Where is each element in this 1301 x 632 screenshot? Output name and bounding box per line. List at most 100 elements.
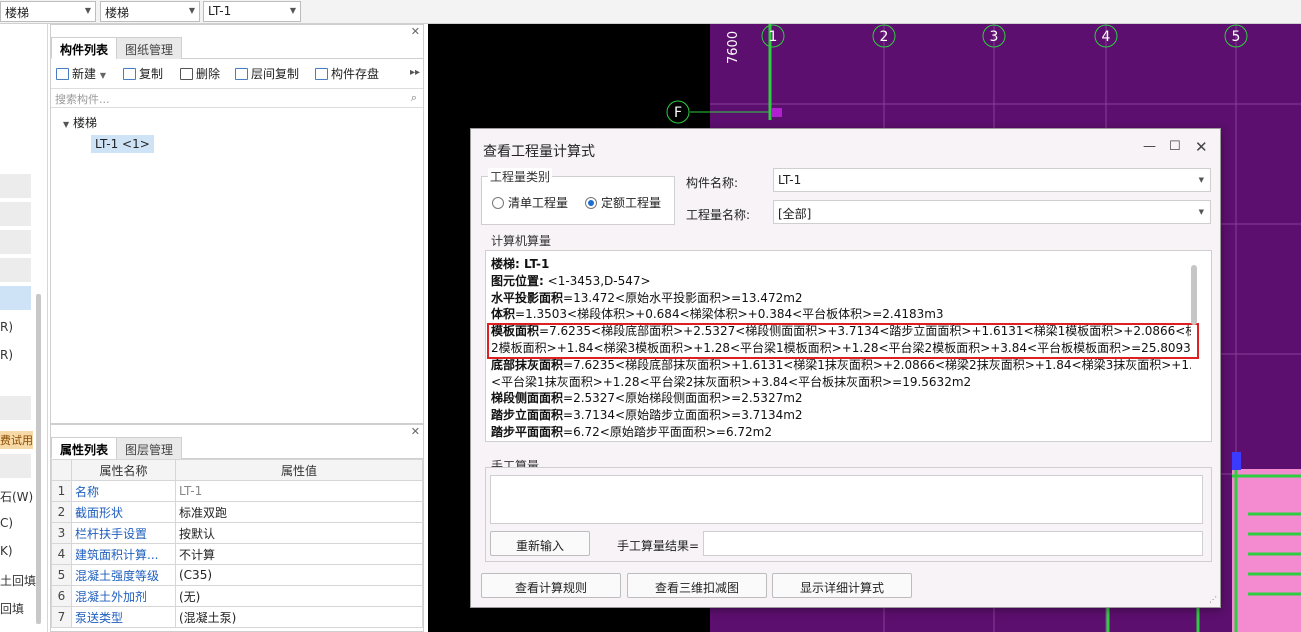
manual-calc-input[interactable]	[490, 475, 1203, 524]
maximize-icon[interactable]: ☐	[1169, 139, 1181, 154]
calc-line-text: <1-3453,D-547>	[547, 273, 651, 288]
prop-value[interactable]: LT-1	[175, 480, 423, 502]
nav-row[interactable]	[0, 454, 31, 478]
tab-component-list[interactable]: 构件列表	[51, 37, 118, 59]
more-icon[interactable]: ▸▸	[410, 67, 420, 78]
button-label: 构件存盘	[331, 67, 380, 81]
nav-row[interactable]	[0, 258, 31, 282]
tree-root[interactable]: ▼ 楼梯	[63, 114, 97, 131]
search-input[interactable]: 搜索构件... ⌕	[51, 88, 423, 108]
component-dropdown[interactable]: LT-1 ▼	[203, 1, 301, 22]
view-rules-button[interactable]: 查看计算规则	[481, 573, 621, 598]
layers-copy-icon	[235, 68, 248, 80]
nav-row[interactable]	[0, 202, 31, 226]
caret-down-icon: ▼	[63, 120, 70, 129]
copy-button[interactable]: 复制	[123, 65, 163, 85]
left-nav-panel: R) R) 费试用 石(W) C) K) 土回填 回填	[0, 24, 48, 632]
axis-label: 1	[769, 29, 778, 45]
dropdown-value: 楼梯	[105, 6, 130, 20]
prop-value[interactable]: 不计算	[175, 543, 423, 565]
row-num: 4	[51, 543, 72, 565]
chevron-down-icon: ▼	[1198, 176, 1204, 184]
axis-label: 5	[1232, 29, 1241, 45]
tab-layer-management[interactable]: 图层管理	[116, 437, 183, 459]
category-dropdown[interactable]: 楼梯 ▼	[100, 1, 200, 22]
new-button[interactable]: 新建 ▼	[56, 65, 106, 85]
minimize-icon[interactable]: —	[1143, 139, 1156, 154]
nav-item[interactable]: 土回填	[0, 572, 36, 589]
property-tabs: 属性列表 图层管理	[51, 437, 423, 459]
calc-line: 踏步平面面积=6.72<原始踏步平面面积>=6.72m2	[491, 424, 1191, 439]
tab-property-list[interactable]: 属性列表	[51, 437, 118, 459]
nav-row[interactable]	[0, 230, 31, 254]
nav-item[interactable]: C)	[0, 516, 13, 530]
node-marker	[772, 108, 782, 117]
calc-line-text: <平台梁1抹灰面积>+1.28<平台梁2抹灰面积>+3.84<平台板抹灰面积>=…	[491, 374, 972, 389]
tree-item-selected[interactable]: LT-1 <1>	[91, 135, 154, 153]
prop-value[interactable]: (C35)	[175, 564, 423, 586]
tab-drawing-management[interactable]: 图纸管理	[116, 37, 183, 59]
button-label: 复制	[139, 67, 164, 81]
radio-quota-qty[interactable]: 定额工程量	[585, 194, 661, 211]
dropdown-value: LT-1	[208, 4, 232, 18]
save-icon	[315, 68, 328, 80]
reinput-button[interactable]: 重新输入	[490, 531, 590, 556]
prop-value[interactable]: (混凝土泵)	[175, 606, 423, 628]
property-table: 属性名称 属性值 1 名称 LT-1 2 截面形状 标准双跑 3 栏杆扶手设置 按默认 4建…	[51, 459, 423, 628]
nav-row-selected[interactable]	[0, 286, 31, 310]
resize-grip-icon[interactable]: ⋰	[1209, 595, 1217, 604]
qty-name-select[interactable]: [全部] ▼	[773, 200, 1211, 224]
prop-value[interactable]: 标准双跑	[175, 501, 423, 523]
tree-root-label: 楼梯	[72, 116, 97, 130]
floor-type-dropdown[interactable]: 楼梯 ▼	[0, 1, 96, 22]
nav-item[interactable]: 石(W)	[0, 488, 33, 505]
stair-area	[1232, 469, 1301, 632]
manual-result-field[interactable]	[703, 531, 1203, 556]
nav-item[interactable]: K)	[0, 544, 13, 558]
trial-badge[interactable]: 费试用	[0, 431, 33, 449]
floor-copy-button[interactable]: 层间复制	[235, 65, 299, 85]
table-row[interactable]: 5 混凝土强度等级 (C35)	[51, 564, 423, 586]
calc-line-text: =6.72<原始踏步平面面积>=6.72m2	[563, 424, 772, 439]
table-row[interactable]: 6 混凝土外加剂 (无)	[51, 585, 423, 607]
nav-item[interactable]: R)	[0, 348, 13, 362]
show-detail-button[interactable]: 显示详细计算式	[772, 573, 912, 598]
prop-value[interactable]: (无)	[175, 585, 423, 607]
calc-line: 梯段侧面面积=2.5327<原始梯段侧面面积>=2.5327m2	[491, 390, 1191, 407]
copy-icon	[123, 68, 136, 80]
axis-label: 4	[1102, 29, 1111, 45]
nav-row[interactable]	[0, 396, 31, 420]
calc-line-text: =7.6235<梯段底部抹灰面积>+1.6131<梯梁1抹灰面积>+2.0866…	[563, 357, 1191, 372]
col-name-header: 属性名称	[71, 459, 176, 481]
calc-line-label: 梯段侧面面积	[491, 391, 564, 406]
scrollbar[interactable]	[36, 294, 41, 624]
view-3d-button[interactable]: 查看三维扣减图	[627, 573, 767, 598]
prop-value[interactable]: 按默认	[175, 522, 423, 544]
radio-list-qty[interactable]: 清单工程量	[492, 194, 568, 211]
calc-line: 楼梯: LT-1	[491, 256, 1191, 273]
nav-item[interactable]: 回填	[0, 600, 24, 617]
search-placeholder: 搜索构件...	[55, 93, 110, 106]
save-component-button[interactable]: 构件存盘	[315, 65, 379, 85]
table-row[interactable]: 4 建筑面积计算... 不计算	[51, 543, 423, 565]
table-row[interactable]: 1 名称 LT-1	[51, 480, 423, 502]
scrollbar[interactable]	[1191, 265, 1197, 325]
trash-icon	[180, 68, 193, 80]
chevron-down-icon: ▼	[289, 6, 296, 15]
prop-name: 截面形状	[71, 501, 176, 523]
row-num: 1	[51, 480, 72, 502]
component-tabs: 构件列表 图纸管理	[51, 37, 423, 59]
delete-button[interactable]: 删除	[180, 65, 220, 85]
group-label: 工程量类别	[488, 168, 553, 185]
table-row[interactable]: 7 泵送类型 (混凝土泵)	[51, 606, 423, 628]
close-icon[interactable]: ✕	[1195, 138, 1208, 156]
calc-line-label: 体积	[491, 307, 516, 322]
table-row[interactable]: 2 截面形状 标准双跑	[51, 501, 423, 523]
component-name-select[interactable]: LT-1 ▼	[773, 168, 1211, 192]
nav-item[interactable]: R)	[0, 320, 13, 334]
table-row[interactable]: 3 栏杆扶手设置 按默认	[51, 522, 423, 544]
prop-name: 混凝土强度等级	[71, 564, 176, 586]
highlight-box	[487, 323, 1199, 359]
prop-name: 栏杆扶手设置	[71, 522, 176, 544]
nav-row[interactable]	[0, 174, 31, 198]
